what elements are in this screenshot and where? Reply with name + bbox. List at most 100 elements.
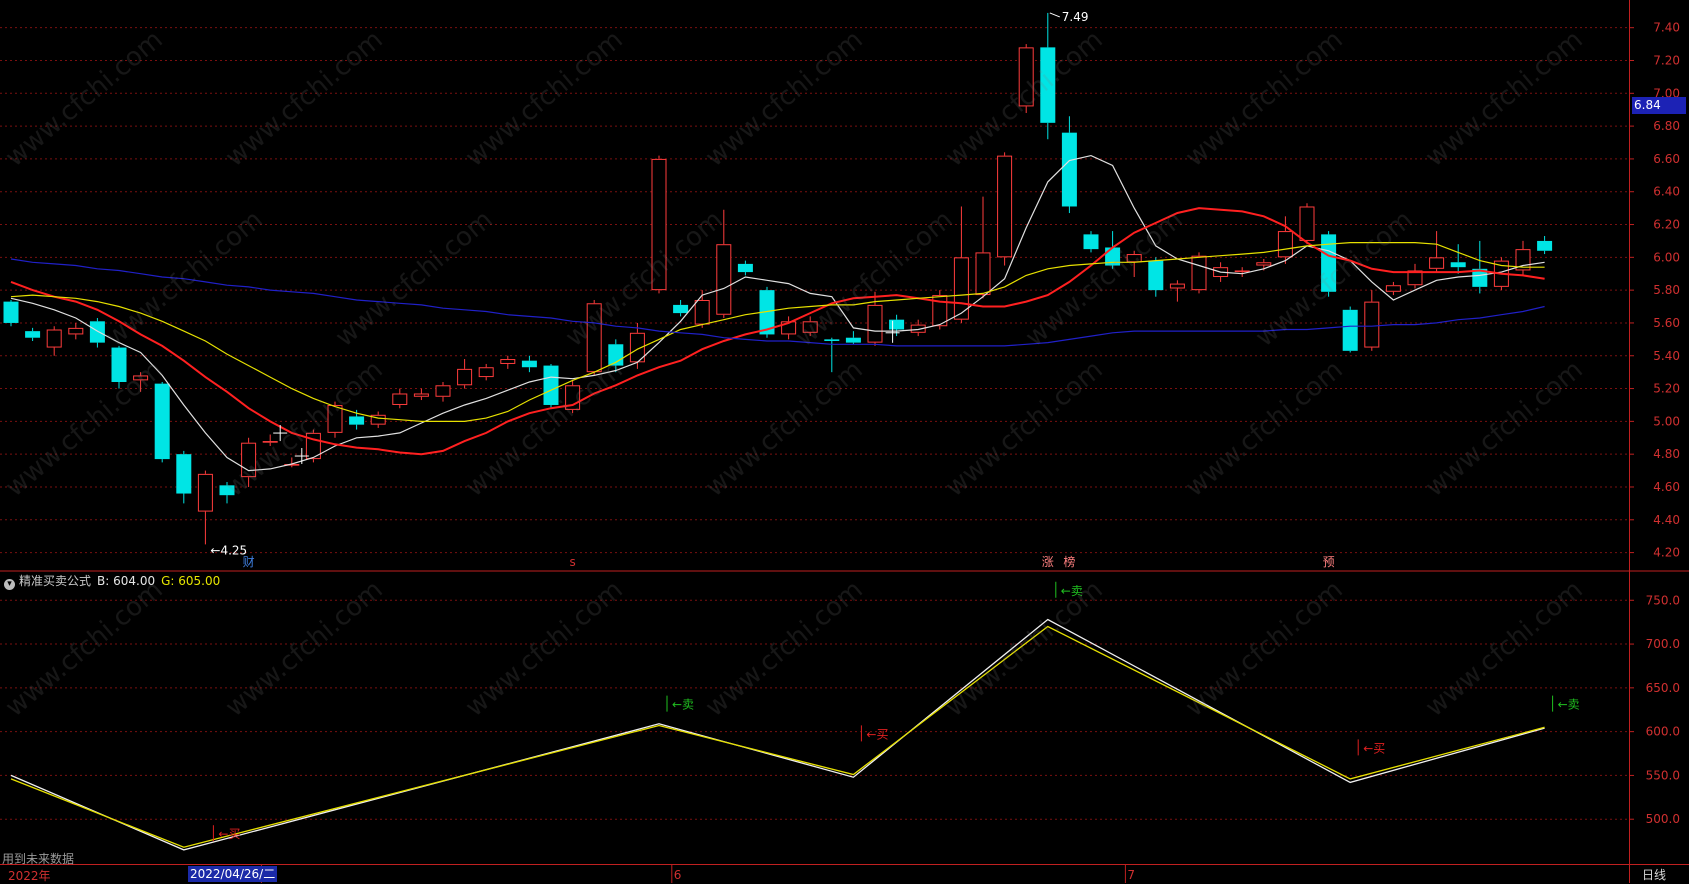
signal-label: ←卖 xyxy=(1061,584,1083,598)
candle xyxy=(586,299,602,376)
candle xyxy=(197,470,213,545)
candle xyxy=(673,299,689,317)
candle-body xyxy=(521,360,537,368)
indicator-line xyxy=(10,625,1545,848)
candle-body xyxy=(3,301,19,323)
crosshair-date: 2022/04/26/二 xyxy=(188,866,278,882)
indicator-tick-label: 650.0 xyxy=(1646,681,1680,695)
candle xyxy=(1515,240,1531,276)
candle-body xyxy=(1364,301,1380,348)
candle xyxy=(241,437,257,487)
candle xyxy=(1040,12,1056,140)
candle xyxy=(1450,244,1466,274)
signal-marker: ←卖 xyxy=(666,695,694,712)
signal-label: ←买 xyxy=(866,727,888,741)
candle-body xyxy=(694,299,710,325)
price-tick-label: 4.20 xyxy=(1653,546,1680,560)
candle-body xyxy=(197,473,213,512)
candle-body xyxy=(349,416,365,425)
indicator-tick-label: 700.0 xyxy=(1646,637,1680,651)
event-label: 财 xyxy=(243,555,255,569)
candle xyxy=(176,450,192,504)
price-tick-label: 6.20 xyxy=(1653,218,1680,232)
indicator-b-value: B: 604.00 xyxy=(97,574,156,588)
moving-average-line xyxy=(10,154,1545,472)
candle xyxy=(89,318,105,348)
indicator-toggle-icon[interactable]: ▾ xyxy=(4,579,15,590)
stock-chart[interactable]: 4.20 4.40 4.60 4.80 5.00 5.20 5.40 5.60 5.80 6.00… xyxy=(0,0,1689,883)
price-tick-label: 6.40 xyxy=(1653,185,1680,199)
candle xyxy=(1169,280,1185,302)
crosshair-mark xyxy=(273,425,288,442)
candle-body xyxy=(1083,234,1099,250)
candle-body xyxy=(1191,255,1207,291)
current-price-tag: 6.84 xyxy=(1632,97,1686,114)
candle xyxy=(1364,290,1380,351)
candle xyxy=(975,196,991,299)
candle-body xyxy=(1429,257,1445,269)
signal-marker: ←买 xyxy=(860,725,888,742)
candle-body xyxy=(25,331,41,338)
signal-label: ←买 xyxy=(1363,741,1385,755)
moving-average-line xyxy=(10,258,1545,347)
candle xyxy=(1321,231,1337,297)
candle-body xyxy=(651,158,667,291)
event-label: 榜 xyxy=(1063,554,1075,569)
candle xyxy=(1126,250,1142,278)
signal-label: ←卖 xyxy=(1558,698,1580,712)
candle-body xyxy=(46,329,62,348)
month-label: 7 xyxy=(1127,868,1135,882)
candle xyxy=(737,260,753,276)
candle xyxy=(867,291,883,346)
candle-body xyxy=(111,347,127,382)
candle-body xyxy=(435,385,451,397)
period-label[interactable]: 日线 xyxy=(1642,866,1666,883)
candle-body xyxy=(478,367,494,378)
candle xyxy=(716,209,732,319)
price-tick-label: 4.60 xyxy=(1653,480,1680,494)
candle xyxy=(457,359,473,389)
candle xyxy=(68,322,84,340)
candle xyxy=(1018,44,1034,113)
candle-body xyxy=(219,485,235,496)
candle-body xyxy=(1040,47,1056,123)
candle-body xyxy=(543,365,559,405)
candle xyxy=(25,327,41,341)
candle xyxy=(392,388,408,409)
candle xyxy=(500,355,516,369)
moving-average-line xyxy=(10,242,1545,422)
signal-marker: ←买 xyxy=(212,825,240,842)
price-tick-label: 7.40 xyxy=(1653,21,1680,35)
indicator-tick-label: 550.0 xyxy=(1646,768,1680,782)
year-label: 2022年 xyxy=(8,869,51,883)
indicator-title: ▾ 精准买卖公式 B: 604.00 G: 605.00 xyxy=(4,572,220,590)
candle xyxy=(478,363,494,381)
candle-body xyxy=(1234,270,1250,273)
candle-body xyxy=(1537,240,1553,251)
candle-body xyxy=(716,244,732,315)
indicator-tick-label: 600.0 xyxy=(1646,725,1680,739)
indicator-g-value: G: 605.00 xyxy=(161,574,221,588)
price-tick-label: 5.60 xyxy=(1653,316,1680,330)
price-tick-label: 4.40 xyxy=(1653,513,1680,527)
candle xyxy=(521,355,537,373)
candles-group xyxy=(3,12,1553,545)
candle xyxy=(1083,231,1099,253)
indicator-tick-label: 750.0 xyxy=(1646,593,1680,607)
candle xyxy=(565,380,581,414)
candle-body xyxy=(68,327,84,335)
candle-body xyxy=(413,393,429,397)
candle-body xyxy=(241,442,257,478)
candle xyxy=(1191,252,1207,294)
candle-body xyxy=(845,337,861,343)
event-label: 涨 xyxy=(1042,554,1054,569)
candle xyxy=(46,326,62,356)
candle-body xyxy=(1061,132,1077,207)
candle xyxy=(997,152,1013,266)
candle-body xyxy=(975,252,991,296)
price-tick-label: 5.20 xyxy=(1653,382,1680,396)
price-tick-label: 5.80 xyxy=(1653,283,1680,297)
candle-body xyxy=(1321,234,1337,292)
candle-body xyxy=(154,383,170,460)
candle xyxy=(608,339,624,373)
